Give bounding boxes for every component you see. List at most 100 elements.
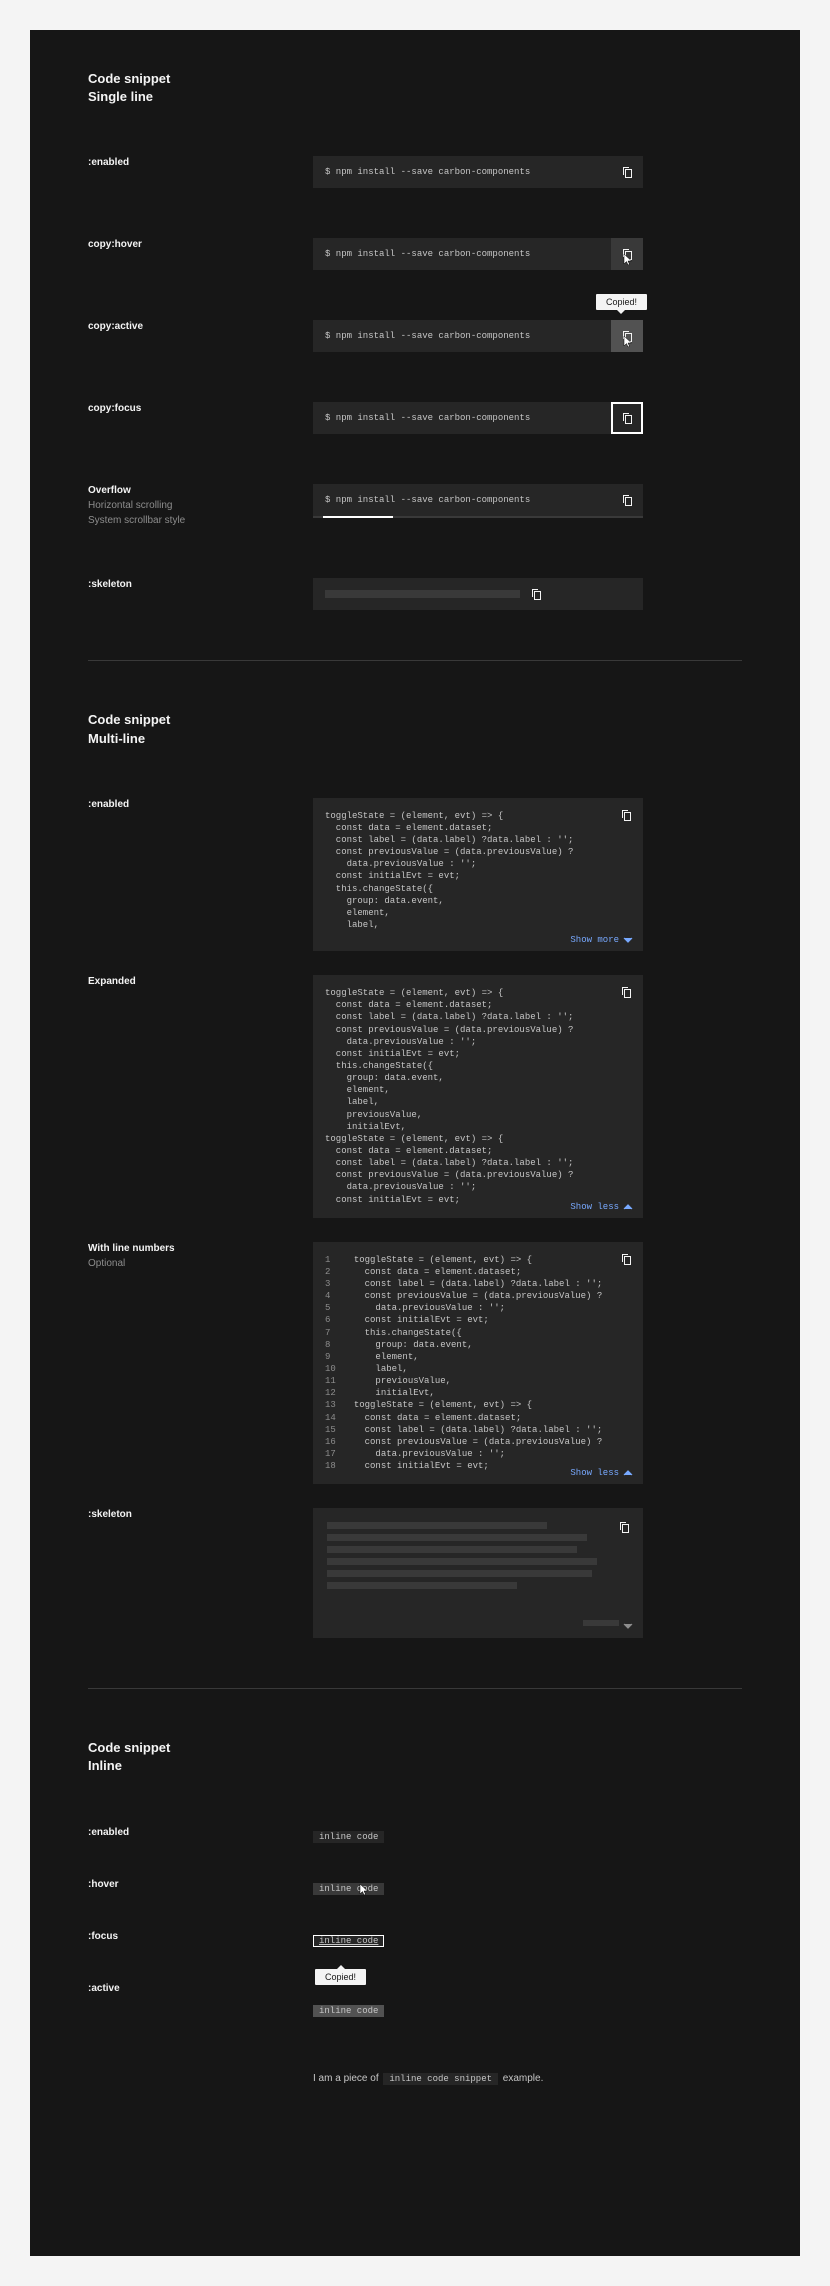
code-line: 13toggleState = (element, evt) => { [325,1399,602,1411]
skeleton-bar [583,1620,619,1626]
state-label-expanded: Expanded [88,975,313,989]
scrollbar-track[interactable] [313,516,643,518]
line-number: 9 [325,1351,354,1363]
code-line: 2 const data = element.dataset; [325,1266,602,1278]
tooltip-copied: Copied! [596,294,647,310]
code-text: $ npm install --save carbon-components [313,413,611,423]
copy-button[interactable] [613,1246,639,1272]
copy-icon [620,1253,632,1265]
copy-button[interactable] [613,802,639,828]
code-text: element, [354,1351,602,1363]
code-snippet-single: $ npm install --save carbon-components [313,156,643,188]
code-text: const label = (data.label) ?data.label :… [354,1278,602,1290]
section-title-main: Code snippet [88,711,742,729]
code-line: 6 const initialEvt = evt; [325,1314,602,1326]
state-sublabel: System scrollbar style [88,514,313,528]
copy-icon [620,986,632,998]
code-line: 14 const data = element.dataset; [325,1412,602,1424]
code-snippet-single: $ npm install --save carbon-components [313,402,643,434]
inline-code[interactable]: inline code [313,1831,384,1843]
chevron-down-icon [623,935,633,945]
inline-code[interactable]: inline code [313,1883,384,1895]
state-label-enabled: :enabled [88,1826,313,1840]
code-snippet-multi: toggleState = (element, evt) => { const … [313,798,643,951]
line-number: 13 [325,1399,354,1411]
copy-button[interactable] [611,402,643,434]
code-text: const initialEvt = evt; [354,1460,602,1472]
code-line: 3 const label = (data.label) ?data.label… [325,1278,602,1290]
chevron-up-icon [623,1468,633,1478]
code-line: 17 data.previousValue : ''; [325,1448,602,1460]
copy-icon [621,330,633,342]
skeleton-bar [327,1546,577,1553]
chevron-down-icon [623,1618,633,1628]
code-text: group: data.event, [354,1339,602,1351]
copy-button[interactable] [611,1514,637,1540]
skeleton-bar [325,590,520,598]
section-title-sub: Single line [88,88,742,106]
copy-button[interactable] [613,979,639,1005]
section-title-main: Code snippet [88,1739,742,1757]
skeleton-bar [327,1570,592,1577]
line-number: 15 [325,1424,354,1436]
code-text: data.previousValue : ''; [354,1448,602,1460]
code-snippet-single: $ npm install --save carbon-components [313,320,643,352]
code-text: label, [354,1363,602,1375]
code-snippet-multi-line-numbers: 1 toggleState = (element, evt) => { 2 cons… [313,1242,643,1485]
code-text: const data = element.dataset; [354,1266,602,1278]
code-line: 4 const previousValue = (data.previousVa… [325,1290,602,1302]
inline-code[interactable]: inline code [313,2005,384,2017]
state-sublabel: Optional [88,1257,313,1271]
copy-button[interactable] [611,238,643,270]
line-number: 17 [325,1448,354,1460]
line-number: 16 [325,1436,354,1448]
line-number: 7 [325,1327,354,1339]
code-text: const previousValue = (data.previousValu… [354,1436,602,1448]
line-number: 2 [325,1266,354,1278]
sentence-text: example. [500,2073,543,2084]
inline-sentence: I am a piece of inline code snippet exam… [313,2073,543,2084]
code-text: toggleState = (element, evt) => { [354,1399,602,1411]
code-text: const initialEvt = evt; [354,1314,602,1326]
line-number: 12 [325,1387,354,1399]
copy-button[interactable] [611,320,643,352]
inline-code[interactable]: inline code [313,1935,384,1947]
copy-button[interactable] [611,156,643,188]
code-text: data.previousValue : ''; [354,1302,602,1314]
scrollbar-thumb[interactable] [323,516,393,518]
section-title-inline: Code snippet Inline [88,1739,742,1775]
section-title-main: Code snippet [88,70,742,88]
show-less-button[interactable]: Show less [570,1202,633,1212]
skeleton-bar [327,1522,547,1529]
line-number: 10 [325,1363,354,1375]
code-line: 9 element, [325,1351,602,1363]
copy-button[interactable] [520,578,552,610]
code-snippet-single: $ npm install --save carbon-components [313,484,643,516]
show-more-button[interactable]: Show more [570,935,633,945]
chevron-up-icon [623,1202,633,1212]
code-line: 11 previousValue, [325,1375,602,1387]
state-label-copy-active: copy:active [88,320,313,334]
copy-button[interactable] [611,484,643,516]
code-snippet-skeleton [313,578,643,610]
state-label-skeleton: :skeleton [88,578,313,592]
code-text: $ npm install --save carbon-components [313,249,611,259]
code-text: $ npm install --save carbon-components [313,331,611,341]
state-label-hover: :hover [88,1878,313,1892]
state-label-skeleton: :skeleton [88,1508,313,1522]
divider [88,660,742,661]
skeleton-bar [327,1558,597,1565]
code-text: $ npm install --save carbon-components [313,495,611,505]
line-number: 4 [325,1290,354,1302]
line-number: 18 [325,1460,354,1472]
show-less-label: Show less [570,1202,619,1212]
show-less-button[interactable]: Show less [570,1468,633,1478]
state-label-line-numbers: With line numbers [88,1242,313,1256]
state-label-enabled: :enabled [88,156,313,170]
line-number: 1 [325,1254,354,1266]
code-text: const previousValue = (data.previousValu… [354,1290,602,1302]
code-line: 12 initialEvt, [325,1387,602,1399]
tooltip-copied: Copied! [315,1969,366,1985]
code-text: previousValue, [354,1375,602,1387]
inline-code[interactable]: inline code snippet [383,2073,498,2085]
